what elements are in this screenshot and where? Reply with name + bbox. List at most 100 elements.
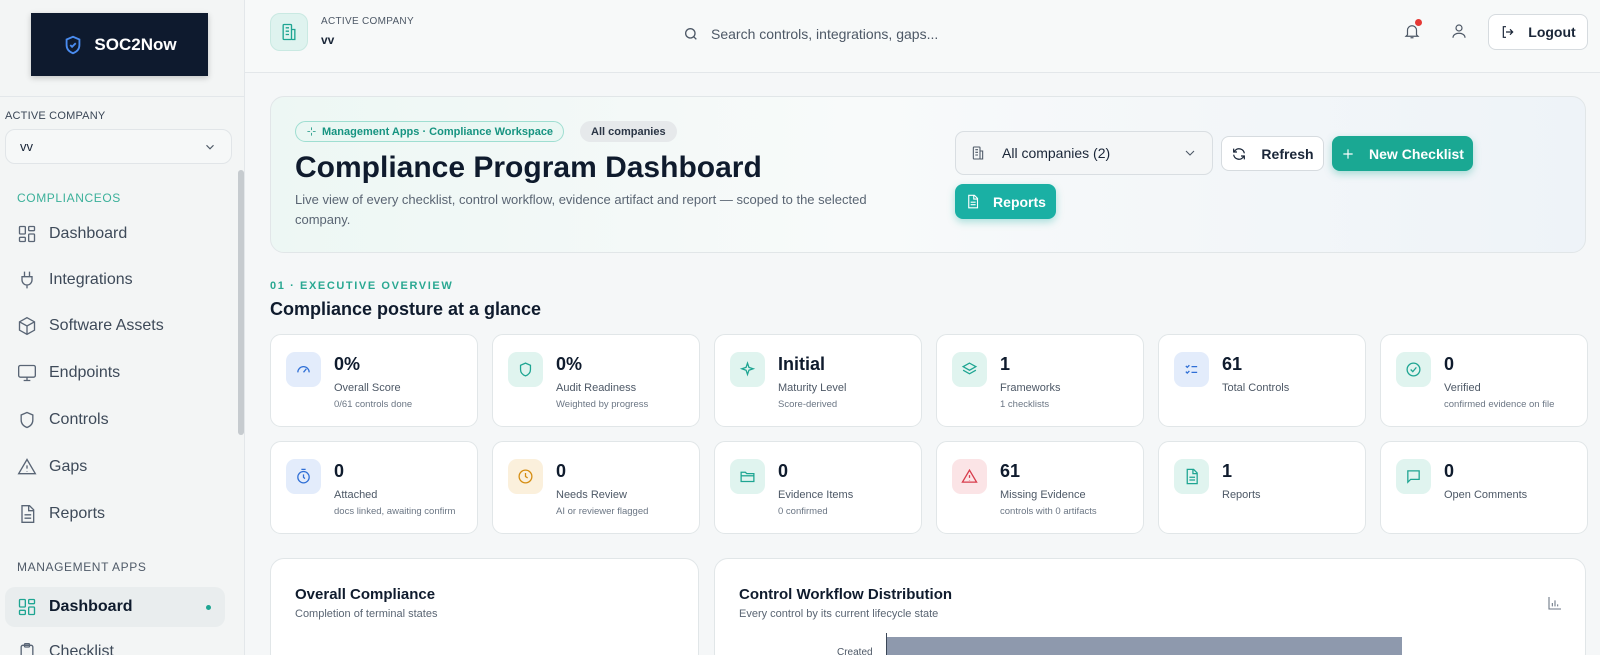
kpi-label: Overall Score: [334, 382, 401, 394]
comment-icon: [1396, 459, 1431, 494]
kpi-label: Audit Readiness: [556, 382, 637, 394]
document-icon: [1174, 459, 1209, 494]
sidebar-item-label: Controls: [49, 411, 109, 428]
section-complianceos: COMPLIANCEOS: [17, 191, 121, 205]
kpi-value: 61: [1000, 461, 1021, 481]
header-company-name: vv: [321, 33, 335, 47]
kpi-sublabel: confirmed evidence on file: [1444, 399, 1555, 410]
company-select[interactable]: vv: [5, 129, 232, 164]
chevron-down-icon: [206, 144, 214, 150]
sidebar-item-mgmt-dashboard[interactable]: Dashboard: [5, 587, 225, 627]
kpi-card-evidence-items[interactable]: 0 Evidence Items 0 confirmed: [714, 441, 922, 534]
sidebar-item-integrations[interactable]: Integrations: [5, 260, 225, 300]
chevron-down-icon: [1185, 150, 1195, 156]
layers-icon: [952, 352, 987, 387]
kpi-sublabel: 0/61 controls done: [334, 399, 413, 410]
sparkle-icon: [307, 127, 316, 136]
kpi-card-audit-readiness[interactable]: 0% Audit Readiness Weighted by progress: [492, 334, 700, 427]
kpi-label: Verified: [1444, 382, 1481, 394]
refresh-button[interactable]: Refresh: [1221, 136, 1324, 171]
clipboard-icon: [20, 643, 34, 655]
sidebar-item-checklist[interactable]: Checklist: [5, 632, 225, 655]
kpi-card-open-comments[interactable]: 0 Open Comments: [1380, 441, 1588, 534]
kpi-sublabel: docs linked, awaiting confirm: [334, 506, 456, 517]
kpi-card-reports[interactable]: 1 Reports: [1158, 441, 1366, 534]
sidebar-item-label: Dashboard: [49, 225, 128, 242]
sidebar-item-label: Checklist: [49, 643, 114, 655]
kpi-value: 0: [778, 461, 789, 481]
kpi-value: 61: [1222, 354, 1243, 374]
page-title: Compliance Program Dashboard: [295, 151, 762, 184]
company-building-icon: [270, 13, 308, 51]
chart-tick-label: Created: [837, 647, 873, 655]
new-checklist-button[interactable]: New Checklist: [1332, 136, 1473, 171]
page-subtitle: Live view of every checklist, control wo…: [295, 192, 867, 227]
scope-tag: All companies: [580, 121, 677, 142]
kpi-label: Open Comments: [1444, 489, 1528, 501]
sidebar-item-label: Endpoints: [49, 364, 121, 381]
search-input[interactable]: Search controls, integrations, gaps...: [711, 26, 938, 42]
warning-icon: [952, 459, 987, 494]
sidebar-item-label: Integrations: [49, 271, 133, 288]
reports-button[interactable]: Reports: [955, 184, 1056, 219]
sidebar-scrollbar[interactable]: [238, 170, 244, 435]
workflow-distribution-panel: Control Workflow Distribution Every cont…: [714, 558, 1586, 655]
kpi-card-frameworks[interactable]: 1 Frameworks 1 checklists: [936, 334, 1144, 427]
kpi-card-attached[interactable]: 0 Attached docs linked, awaiting confirm: [270, 441, 478, 534]
logout-button[interactable]: Logout: [1488, 14, 1588, 50]
hero-panel: Management Apps · Compliance Workspace A…: [270, 96, 1586, 253]
sidebar-item-gaps[interactable]: Gaps: [5, 447, 225, 487]
gauge-icon: [286, 352, 321, 387]
profile-button[interactable]: [1450, 22, 1470, 42]
sidebar-item-dashboard[interactable]: Dashboard: [5, 214, 225, 254]
overall-compliance-panel: Overall Compliance Completion of termina…: [270, 558, 699, 655]
shield-check-icon: [66, 35, 81, 54]
kpi-sublabel: controls with 0 artifacts: [1000, 506, 1097, 517]
notification-badge: [1415, 19, 1422, 26]
refresh-icon: [1233, 147, 1246, 160]
kpi-value: 0: [1444, 461, 1455, 481]
refresh-label: Refresh: [1261, 145, 1314, 162]
search-icon: [685, 28, 697, 40]
kpi-card-missing-evidence[interactable]: 61 Missing Evidence controls with 0 artifa…: [936, 441, 1144, 534]
chart-bar-created: [887, 637, 1402, 655]
kpi-card-maturity-level[interactable]: Initial Maturity Level Score-derived: [714, 334, 922, 427]
company-filter-select[interactable]: All companies (2): [955, 131, 1213, 175]
kpi-card-total-controls[interactable]: 61 Total Controls: [1158, 334, 1366, 427]
shield-icon: [20, 411, 34, 429]
kpi-sublabel: Weighted by progress: [556, 399, 649, 410]
grid-icon: [18, 598, 36, 616]
panel-title: Control Workflow Distribution: [739, 586, 953, 603]
monitor-icon: [18, 364, 36, 382]
section-title: Compliance posture at a glance: [270, 299, 542, 319]
sidebar-item-label: Gaps: [49, 458, 88, 475]
kpi-label: Frameworks: [1000, 382, 1061, 394]
sidebar-item-reports[interactable]: Reports: [5, 494, 225, 534]
kpi-value: 1: [1222, 461, 1233, 481]
sidebar-item-label: Reports: [49, 505, 106, 522]
timer-icon: [286, 459, 321, 494]
bar-chart-icon[interactable]: [1547, 595, 1563, 611]
kpi-card-needs-review[interactable]: 0 Needs Review AI or reviewer flagged: [492, 441, 700, 534]
brand-logo[interactable]: SOC2Now: [31, 13, 208, 76]
kpi-sublabel: 0 confirmed: [778, 506, 828, 517]
company-filter-value: All companies (2): [1002, 145, 1111, 161]
search-bar[interactable]: Search controls, integrations, gaps...: [675, 17, 1105, 51]
kpi-card-verified[interactable]: 0 Verified confirmed evidence on file: [1380, 334, 1588, 427]
sidebar-item-controls[interactable]: Controls: [5, 400, 225, 440]
header-active-company-label: ACTIVE COMPANY: [321, 16, 414, 27]
kpi-card-overall-score[interactable]: 0% Overall Score 0/61 controls done: [270, 334, 478, 427]
shield-icon: [508, 352, 543, 387]
reports-label: Reports: [993, 193, 1046, 210]
notifications-button[interactable]: [1403, 19, 1423, 42]
workspace-tag: Management Apps · Compliance Workspace: [295, 121, 565, 142]
company-select-value: vv: [20, 139, 33, 154]
sidebar: SOC2Now ACTIVE COMPANY vv COMPLIANCEOS D…: [0, 0, 245, 655]
folder-icon: [730, 459, 765, 494]
kpi-label: Total Controls: [1222, 382, 1290, 394]
sidebar-item-software-assets[interactable]: Software Assets: [5, 306, 225, 346]
sidebar-item-endpoints[interactable]: Endpoints: [5, 353, 225, 393]
active-company-label: ACTIVE COMPANY: [5, 110, 106, 122]
kpi-value: 0: [1444, 354, 1455, 374]
kpi-value: Initial: [778, 354, 826, 374]
